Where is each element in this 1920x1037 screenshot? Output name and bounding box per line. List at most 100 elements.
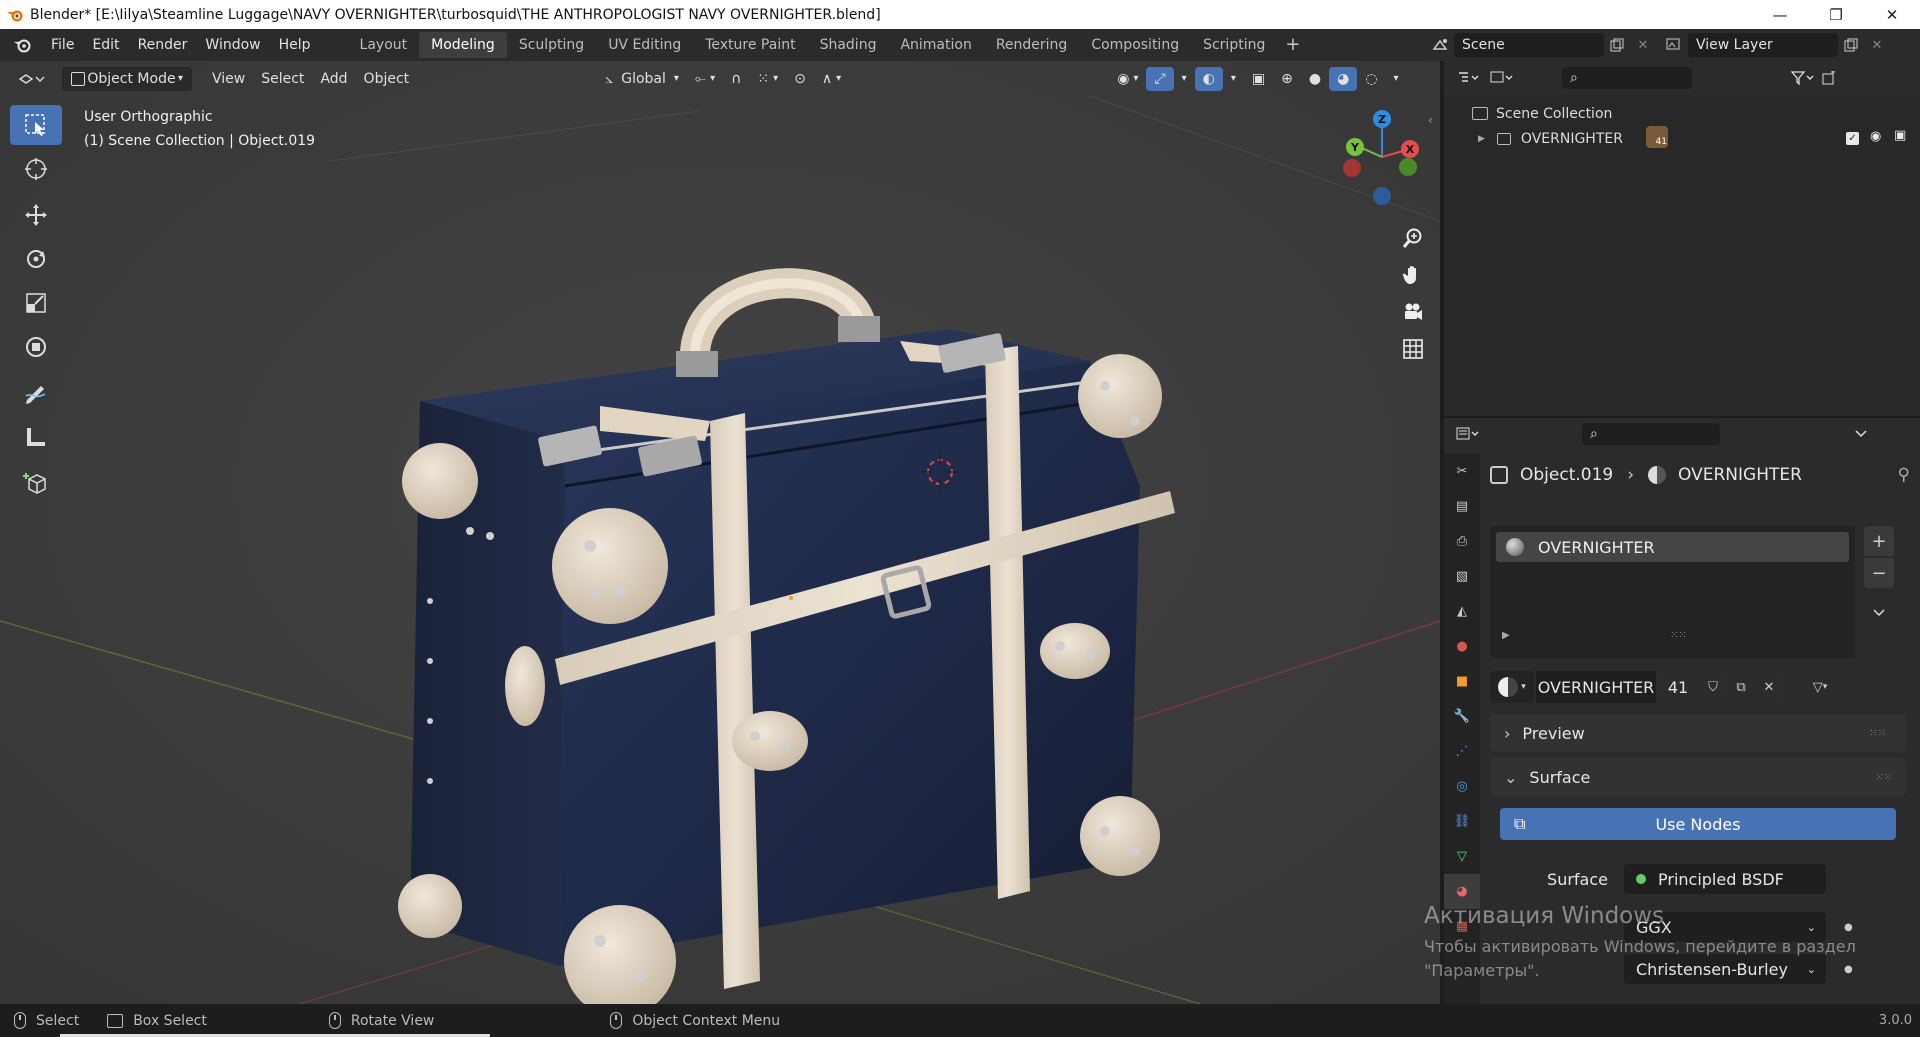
preview-panel-header[interactable]: › Preview ⁙⁙ (1490, 714, 1906, 752)
material-browse-button[interactable]: ▾ (1490, 671, 1534, 703)
properties-editor-type-icon[interactable] (1456, 422, 1482, 446)
select-box-tool[interactable] (10, 105, 62, 145)
cursor-tool[interactable] (10, 149, 62, 189)
tab-constraints[interactable]: ⛓ (1444, 804, 1480, 839)
zoom-button[interactable] (1396, 221, 1430, 255)
remove-material-slot-button[interactable]: − (1864, 558, 1894, 588)
surface-panel-header[interactable]: ⌄ Surface ⁙⁙ (1490, 758, 1906, 796)
slot-specials-button[interactable] (1864, 598, 1894, 628)
new-view-layer-icon[interactable] (1838, 33, 1864, 57)
tab-compositing[interactable]: Compositing (1079, 32, 1191, 58)
move-tool[interactable] (10, 195, 62, 235)
menu-window[interactable]: Window (196, 32, 269, 58)
object-mode-dropdown[interactable]: Object Mode ▾ (62, 66, 192, 91)
drag-handle-icon[interactable]: ⁙⁙ (1869, 728, 1886, 739)
scale-tool[interactable] (10, 283, 62, 323)
pin-icon[interactable]: ⚲ (1898, 465, 1910, 485)
tab-layout[interactable]: Layout (348, 32, 420, 58)
add-cube-tool[interactable] (10, 463, 62, 503)
falloff-button[interactable]: ∧ ▾ (814, 67, 849, 91)
tab-texture[interactable]: ▦ (1444, 909, 1480, 944)
xray-toggle[interactable]: ▣ (1244, 67, 1273, 91)
tab-render[interactable]: ▤ (1444, 489, 1480, 524)
tab-scripting[interactable]: Scripting (1191, 32, 1277, 58)
proportional-edit-toggle[interactable]: ⊙ (786, 67, 814, 91)
material-slot-item[interactable]: OVERNIGHTER (1496, 532, 1849, 562)
view-layer-field[interactable]: View Layer (1688, 33, 1838, 57)
menu-help[interactable]: Help (270, 32, 320, 58)
wireframe-shading-button[interactable]: ⊕ (1273, 67, 1301, 91)
overlay-dropdown[interactable]: ▾ (1223, 67, 1244, 91)
subsurface-method-dropdown[interactable]: Christensen-Burley ⌄ (1624, 954, 1826, 984)
minimize-button[interactable]: — (1752, 0, 1808, 29)
surface-shader-field[interactable]: Principled BSDF (1624, 864, 1826, 894)
maximize-button[interactable]: ❐ (1808, 0, 1864, 29)
view-layer-browse-icon[interactable] (1662, 33, 1688, 57)
sidebar-toggle-icon[interactable]: ‹ (1428, 113, 1433, 127)
fake-user-button[interactable]: ⛉ (1700, 671, 1726, 703)
unlink-material-button[interactable]: ✕ (1756, 671, 1782, 703)
display-mode-icon[interactable] (1490, 66, 1516, 90)
drag-handle-icon[interactable]: ⁙⁙ (1875, 772, 1892, 783)
pan-button[interactable] (1396, 258, 1430, 292)
filter-icon[interactable] (1790, 66, 1816, 90)
blender-menu-icon[interactable] (10, 33, 34, 57)
perspective-toggle-button[interactable] (1396, 332, 1430, 366)
rotate-tool[interactable] (10, 239, 62, 279)
tab-object[interactable]: ■ (1444, 664, 1480, 699)
resize-handle-icon[interactable]: ⁙⁙ (1670, 630, 1687, 641)
menu-file[interactable]: File (42, 32, 83, 58)
tab-texture-paint[interactable]: Texture Paint (693, 32, 807, 58)
menu-add[interactable]: Add (312, 67, 355, 91)
add-material-slot-button[interactable]: + (1864, 526, 1894, 556)
tab-output[interactable]: ⎙ (1444, 524, 1480, 559)
expand-arrow-icon[interactable]: ▶ (1478, 134, 1485, 144)
snap-target-button[interactable]: ⁙ ▾ (749, 67, 786, 91)
overlay-toggle[interactable]: ◐ (1194, 66, 1223, 91)
rendered-shading-button[interactable]: ◌ (1357, 67, 1385, 91)
menu-view[interactable]: View (204, 67, 253, 91)
tab-modifiers[interactable]: 🔧 (1444, 699, 1480, 734)
keyframe-dot-icon[interactable]: ● (1844, 922, 1853, 933)
eye-icon[interactable]: ◉ (1870, 129, 1881, 144)
outliner-editor-type-icon[interactable] (1456, 66, 1482, 90)
properties-options-icon[interactable] (1848, 422, 1874, 446)
visibility-button[interactable]: ◉ ▾ (1109, 67, 1146, 91)
gizmo-toggle[interactable]: ⤢ (1146, 66, 1174, 91)
expand-arrow-icon[interactable]: ▶ (1502, 630, 1510, 641)
keyframe-dot-icon[interactable]: ● (1844, 964, 1853, 975)
tab-shading[interactable]: Shading (808, 32, 889, 58)
tab-material[interactable]: ◕ (1444, 874, 1480, 909)
distribution-dropdown[interactable]: GGX ⌄ (1624, 912, 1826, 942)
scene-collection-row[interactable]: Scene Collection (1444, 101, 1920, 126)
tab-sculpting[interactable]: Sculpting (507, 32, 596, 58)
tab-modeling[interactable]: Modeling (419, 32, 507, 58)
link-mode-button[interactable]: ▽ ▾ (1800, 671, 1840, 703)
tab-tool[interactable]: ✂ (1444, 454, 1480, 489)
tab-particles[interactable]: ⋰ (1444, 734, 1480, 769)
new-scene-icon[interactable] (1604, 33, 1630, 57)
transform-tool[interactable] (10, 327, 62, 367)
tab-uv-editing[interactable]: UV Editing (596, 32, 693, 58)
duplicate-material-button[interactable]: ⧉ (1728, 671, 1754, 703)
transform-orientation-dropdown[interactable]: ⦣ Global ▾ (597, 67, 687, 91)
outliner-search-input[interactable]: ⌕ (1562, 67, 1692, 89)
menu-select[interactable]: Select (253, 67, 312, 91)
properties-search-input[interactable]: ⌕ (1582, 423, 1720, 445)
menu-edit[interactable]: Edit (83, 32, 128, 58)
solid-shading-button[interactable]: ● (1301, 67, 1329, 91)
material-name-field[interactable]: OVERNIGHTER (1536, 671, 1656, 703)
annotate-tool[interactable] (10, 373, 62, 413)
tab-scene[interactable]: ◭ (1444, 594, 1480, 629)
shading-dropdown[interactable]: ▾ (1386, 67, 1407, 91)
outliner-collection-overnighter[interactable]: ▶ OVERNIGHTER 41 ✓ ◉ ▣ (1444, 126, 1920, 151)
measure-tool[interactable] (10, 417, 62, 457)
menu-render[interactable]: Render (129, 32, 197, 58)
3d-viewport[interactable]: Z Y X Object Mode ▾ View Select Add Obje… (0, 61, 1440, 1004)
close-window-button[interactable]: ✕ (1864, 0, 1920, 29)
add-workspace-button[interactable]: + (1277, 32, 1308, 58)
scene-browse-icon[interactable] (1428, 33, 1454, 57)
snap-toggle[interactable]: ∩ (723, 67, 749, 91)
user-count[interactable]: 41 (1658, 671, 1698, 703)
tab-animation[interactable]: Animation (888, 32, 983, 58)
